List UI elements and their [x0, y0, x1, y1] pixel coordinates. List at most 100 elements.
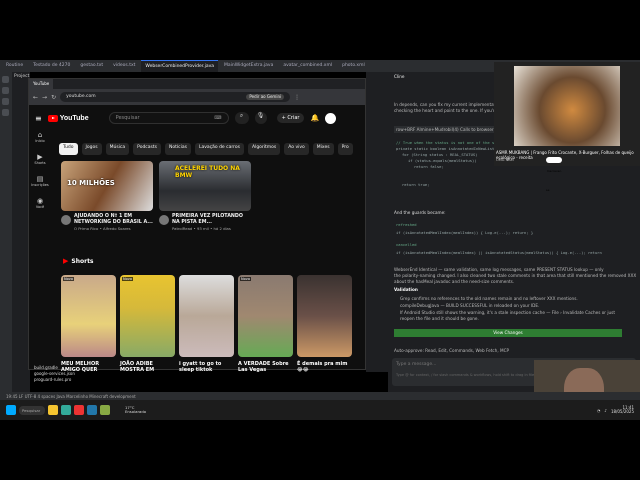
- pip-channel[interactable]: OMG NAM: [496, 158, 514, 162]
- back-icon[interactable]: ←: [33, 94, 38, 101]
- reload-icon[interactable]: ↻: [51, 94, 56, 101]
- file-list: build.gradle google-services.json progua…: [34, 365, 75, 383]
- chrome-icon[interactable]: [74, 405, 84, 415]
- chip[interactable]: Mixes: [312, 143, 334, 155]
- pip-video-player[interactable]: ASMR MUKBANG | Frango Frito Crocante, X-…: [494, 62, 640, 192]
- sidebar-item-you[interactable]: ◉ Você: [29, 197, 51, 209]
- keyboard-icon[interactable]: ⌨: [214, 115, 221, 121]
- structure-icon[interactable]: [2, 98, 9, 105]
- view-changes-button[interactable]: View Changes: [394, 329, 622, 337]
- short-card[interactable]: Novo MEU MELHOR AMIGO QUER: [61, 275, 116, 373]
- short-thumbnail[interactable]: Novo: [61, 275, 116, 357]
- short-card[interactable]: É demais pra mim 😂😂: [297, 275, 352, 373]
- ide-tab-active[interactable]: WebserCombinedProvider.java: [141, 60, 219, 72]
- url-field[interactable]: youtube.com Pedir ao Gemini: [60, 92, 291, 102]
- video-card[interactable]: 10 MILHÕES AJUDANDO O Nº 1 EM NETWORKING…: [61, 161, 153, 231]
- code-line: return true;: [402, 182, 430, 187]
- app-icon[interactable]: [87, 405, 97, 415]
- ide-tab[interactable]: photo.xml: [338, 60, 369, 72]
- short-title[interactable]: É demais pra mim 😂😂: [297, 361, 352, 373]
- pip-video-frame[interactable]: [514, 66, 620, 146]
- sidebar-item-home[interactable]: ⌂ Início: [29, 131, 51, 143]
- forward-icon[interactable]: →: [42, 94, 47, 101]
- search-placeholder: Pesquisar: [115, 115, 140, 121]
- short-thumbnail[interactable]: Novo: [238, 275, 293, 357]
- chat-message: WebserEnd Identical — same validation, s…: [394, 267, 604, 272]
- sidebar-item-shorts[interactable]: ▶ Shorts: [29, 153, 51, 165]
- ide-tool-strip: [0, 72, 12, 400]
- ide-tab[interactable]: videos.txt: [109, 60, 139, 72]
- pip-title[interactable]: ASMR MUKBANG | Frango Frito Crocante, X-…: [496, 150, 638, 160]
- short-title[interactable]: i gyatt to go to sleep tiktok: [179, 361, 234, 373]
- ide-tab[interactable]: avatar_combined.xml: [279, 60, 336, 72]
- file-explorer-icon[interactable]: [48, 405, 58, 415]
- search-icon[interactable]: ⌕: [234, 112, 249, 124]
- code-comment: cancelled: [396, 242, 417, 247]
- short-title[interactable]: JOÃO ADIBE MOSTRA EM: [120, 361, 175, 373]
- extensions-icon[interactable]: ⋮: [294, 94, 300, 101]
- chip[interactable]: Algoritmos: [247, 143, 281, 155]
- chip[interactable]: Lavação de carros: [194, 143, 244, 155]
- menu-icon[interactable]: ≡: [35, 114, 42, 123]
- bell-icon[interactable]: 🔔: [310, 114, 319, 122]
- chat-message: checking the heart and point to the one.…: [394, 108, 511, 113]
- channel-avatar[interactable]: [61, 215, 71, 225]
- commit-icon[interactable]: [2, 87, 9, 94]
- ide-tab[interactable]: Routine: [2, 60, 27, 72]
- ide-tab[interactable]: gestao.txt: [76, 60, 107, 72]
- chip[interactable]: Ao vivo: [284, 143, 309, 155]
- more-icon[interactable]: [2, 109, 9, 116]
- video-title[interactable]: PRIMEIRA VEZ PILOTANDO NA PISTA EM...: [159, 214, 251, 226]
- code-comment: refreshed: [396, 222, 417, 227]
- search-input[interactable]: Pesquisar ⌨: [108, 112, 229, 124]
- home-icon: ⌂: [37, 131, 43, 139]
- video-meta: PatrolRead • 93 mil • há 2 dias: [172, 226, 231, 231]
- wifi-icon[interactable]: ◔: [597, 408, 601, 413]
- app-icon[interactable]: [100, 405, 110, 415]
- short-thumbnail[interactable]: [297, 275, 352, 357]
- gemini-button[interactable]: Pedir ao Gemini: [246, 94, 285, 100]
- video-card[interactable]: ACELEREI TUDO NA BMW PRIMEIRA VEZ PILOTA…: [159, 161, 251, 231]
- chip[interactable]: Pro: [337, 143, 353, 155]
- code-line: if (isAnnotatedMealIndex(mealIndex)) { L…: [396, 230, 534, 235]
- mic-icon[interactable]: 🎙: [254, 112, 267, 124]
- chip[interactable]: Notícias: [165, 143, 191, 155]
- short-card[interactable]: Novo A VERDADE Sobre Las Vegas: [238, 275, 293, 373]
- ide-tab[interactable]: MainWidgetExtra.java: [220, 60, 277, 72]
- subscribe-button[interactable]: Inscrever-se: [546, 157, 562, 192]
- sidebar-item-subscriptions[interactable]: ▤ Inscrições: [29, 175, 51, 187]
- clock[interactable]: 11:41 18/05/2025: [611, 405, 634, 415]
- bullet-item: If Android Studio still shows the warnin…: [400, 310, 615, 315]
- ide-status-bar: 19:45 LF UTF-8 4 spaces Java Marcelinho …: [0, 392, 640, 400]
- taskbar-search[interactable]: Pesquisar: [19, 405, 45, 415]
- windows-start-icon[interactable]: [6, 405, 16, 415]
- create-button[interactable]: + Criar: [276, 113, 305, 123]
- short-card[interactable]: i gyatt to go to sleep tiktok: [179, 275, 234, 373]
- channel-avatar[interactable]: [159, 215, 169, 225]
- chip[interactable]: Jogos: [81, 143, 102, 155]
- video-thumbnail[interactable]: 10 MILHÕES: [61, 161, 153, 211]
- file-item[interactable]: proguard-rules.pro: [34, 377, 75, 383]
- youtube-logo[interactable]: YouTube: [47, 114, 89, 122]
- short-card[interactable]: Novo JOÃO ADIBE MOSTRA EM: [120, 275, 175, 373]
- bullet-item: Grep confirms no references to the old n…: [400, 296, 578, 301]
- chip[interactable]: Música: [105, 143, 130, 155]
- browser-tab-youtube[interactable]: YouTube: [29, 79, 54, 89]
- chip[interactable]: Podcasts: [133, 143, 161, 155]
- short-thumbnail[interactable]: [179, 275, 234, 357]
- auto-approve-row[interactable]: Auto-approve: Read, Edit, Commands, Web …: [394, 348, 509, 353]
- short-title[interactable]: A VERDADE Sobre Las Vegas: [238, 361, 293, 373]
- video-title[interactable]: AJUDANDO O Nº 1 EM NETWORKING DO BRASIL …: [61, 214, 153, 226]
- android-studio-icon[interactable]: [61, 405, 71, 415]
- ide-tab[interactable]: Testado de 4270: [29, 60, 74, 72]
- chat-message: And the guards became:: [394, 210, 446, 215]
- youtube-sidebar: ⌂ Início ▶ Shorts ▤ Inscrições ◉ Você: [29, 131, 51, 371]
- volume-icon[interactable]: ♪: [604, 408, 607, 413]
- chip-all[interactable]: Tudo: [59, 143, 78, 155]
- avatar[interactable]: [325, 112, 337, 124]
- youtube-header: ≡ YouTube Pesquisar ⌨ ⌕ 🎙 + Criar 🔔: [29, 105, 365, 131]
- video-thumbnail[interactable]: ACELEREI TUDO NA BMW: [159, 161, 251, 211]
- folder-icon[interactable]: [2, 76, 9, 83]
- short-thumbnail[interactable]: Novo: [120, 275, 175, 357]
- weather-widget[interactable]: 17°C Ensolarado: [125, 405, 161, 415]
